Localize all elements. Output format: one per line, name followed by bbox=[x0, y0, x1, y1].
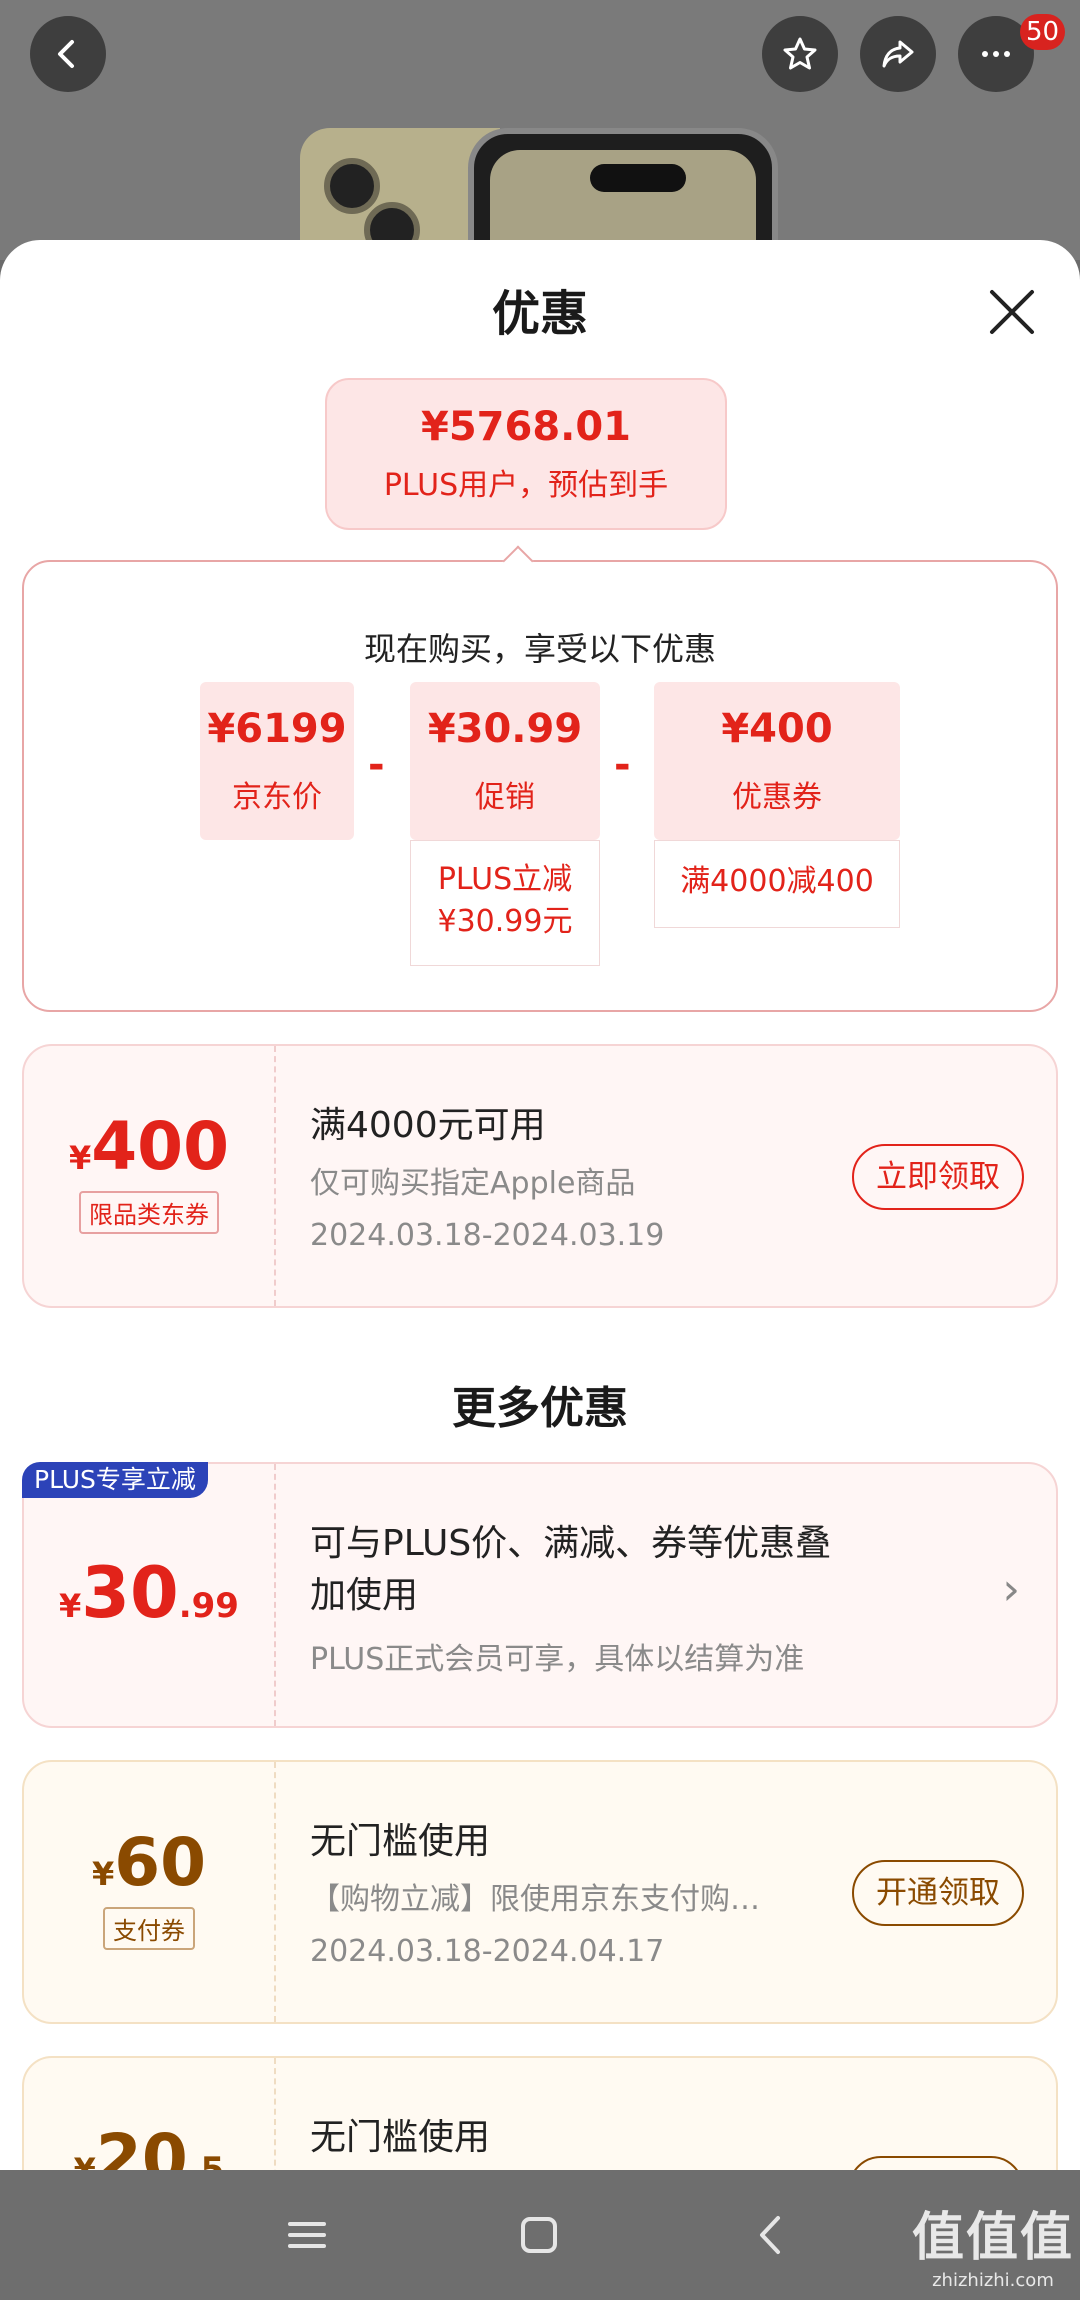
coupon-card-400: ¥400 限品类东券 满4000元可用 仅可购买指定Apple商品 2024.0… bbox=[22, 1044, 1058, 1308]
plus-offer-card[interactable]: ¥30.99 可与PLUS价、满减、券等优惠叠 加使用 PLUS正式会员可享，具… bbox=[22, 1462, 1058, 1728]
claim-coupon-button[interactable]: 立即领取 bbox=[852, 1144, 1024, 1210]
home-square-icon[interactable] bbox=[514, 2210, 564, 2260]
minus-sign: - bbox=[368, 742, 385, 788]
pay-coupon-title: 无门槛使用 bbox=[310, 1821, 491, 1862]
back-button[interactable] bbox=[30, 16, 106, 92]
estimated-price: ¥5768.01 bbox=[420, 404, 632, 450]
pay-coupon-date: 2024.03.18-2024.04.17 bbox=[310, 1934, 665, 1969]
estimated-price-bubble: ¥5768.01 PLUS用户，预估到手 bbox=[325, 378, 727, 530]
share-icon bbox=[882, 40, 914, 68]
chip-value: ¥400 bbox=[721, 706, 833, 752]
plus-offer-desc: PLUS正式会员可享，具体以结算为准 bbox=[310, 1642, 805, 1677]
next-coupon-card: ¥20.5 无门槛使用 bbox=[22, 2056, 1058, 2170]
back-arrow-icon[interactable] bbox=[748, 2210, 798, 2260]
notification-badge: 50 bbox=[1020, 14, 1066, 50]
breakdown-title: 现在购买，享受以下优惠 bbox=[363, 630, 716, 668]
chip-value: ¥6199 bbox=[207, 706, 347, 752]
price-chip-jd: ¥6199 京东价 bbox=[200, 682, 354, 840]
pay-coupon-tag: 支付券 bbox=[103, 1907, 195, 1950]
coupon-date: 2024.03.18-2024.03.19 bbox=[310, 1218, 665, 1253]
next-coupon-amount-int: 20 bbox=[95, 2120, 188, 2170]
close-icon[interactable] bbox=[984, 284, 1040, 340]
more-dots-icon bbox=[982, 51, 1010, 57]
price-breakdown: 现在购买，享受以下优惠 ¥6199 京东价 - ¥30.99 促销 PLUS立减… bbox=[22, 560, 1058, 1012]
discount-sheet: 优惠 ¥5768.01 PLUS用户，预估到手 现在购买，享受以下优惠 ¥619… bbox=[0, 240, 1080, 2170]
coupon-tag: 限品类东券 bbox=[79, 1191, 219, 1234]
plus-amount-int: 30 bbox=[81, 1552, 179, 1634]
more-offers-title: 更多优惠 bbox=[452, 1383, 628, 1434]
plus-offer-title-2: 加使用 bbox=[310, 1575, 419, 1616]
pay-coupon-desc: 【购物立减】限使用京东支付购… bbox=[310, 1882, 760, 1917]
chip-label: 京东价 bbox=[232, 780, 322, 815]
promo-note: PLUS立减 ¥30.99元 bbox=[410, 840, 600, 966]
watermark: 值值值 zhizhizhi.com bbox=[911, 2208, 1074, 2291]
pay-coupon-card: ¥60 支付券 无门槛使用 【购物立减】限使用京东支付购… 2024.03.18… bbox=[22, 1760, 1058, 2024]
plus-offer-title-1: 可与PLUS价、满减、券等优惠叠 bbox=[310, 1523, 832, 1564]
chip-label: 促销 bbox=[475, 780, 535, 815]
price-chip-coupon: ¥400 优惠券 bbox=[654, 682, 900, 840]
sheet-title: 优惠 bbox=[491, 286, 588, 342]
coupon-title: 满4000元可用 bbox=[310, 1105, 546, 1146]
plus-exclusive-tag: PLUS专享立减 bbox=[22, 1462, 208, 1498]
next-coupon-amount-dec: .5 bbox=[187, 2150, 225, 2170]
coupon-note: 满4000减400 bbox=[654, 840, 900, 928]
minus-sign: - bbox=[614, 742, 631, 788]
menu-icon[interactable] bbox=[282, 2210, 332, 2260]
favorite-button[interactable] bbox=[762, 16, 838, 92]
price-chip-promo: ¥30.99 促销 bbox=[410, 682, 600, 840]
next-coupon-title: 无门槛使用 bbox=[310, 2117, 491, 2158]
chip-value: ¥30.99 bbox=[427, 706, 583, 752]
pay-coupon-amount: 60 bbox=[114, 1824, 207, 1901]
chevron-left-icon bbox=[58, 40, 74, 68]
estimated-price-label: PLUS用户，预估到手 bbox=[383, 468, 669, 503]
star-icon bbox=[783, 37, 817, 70]
plus-amount-dec: .99 bbox=[178, 1586, 239, 1626]
chevron-right-icon: › bbox=[1002, 1564, 1020, 1615]
next-coupon-button[interactable] bbox=[848, 2156, 1024, 2170]
activate-claim-button[interactable]: 开通领取 bbox=[852, 1860, 1024, 1926]
share-button[interactable] bbox=[860, 16, 936, 92]
coupon-amount: 400 bbox=[91, 1108, 230, 1185]
coupon-desc: 仅可购买指定Apple商品 bbox=[310, 1166, 636, 1201]
chip-label: 优惠券 bbox=[732, 780, 822, 815]
